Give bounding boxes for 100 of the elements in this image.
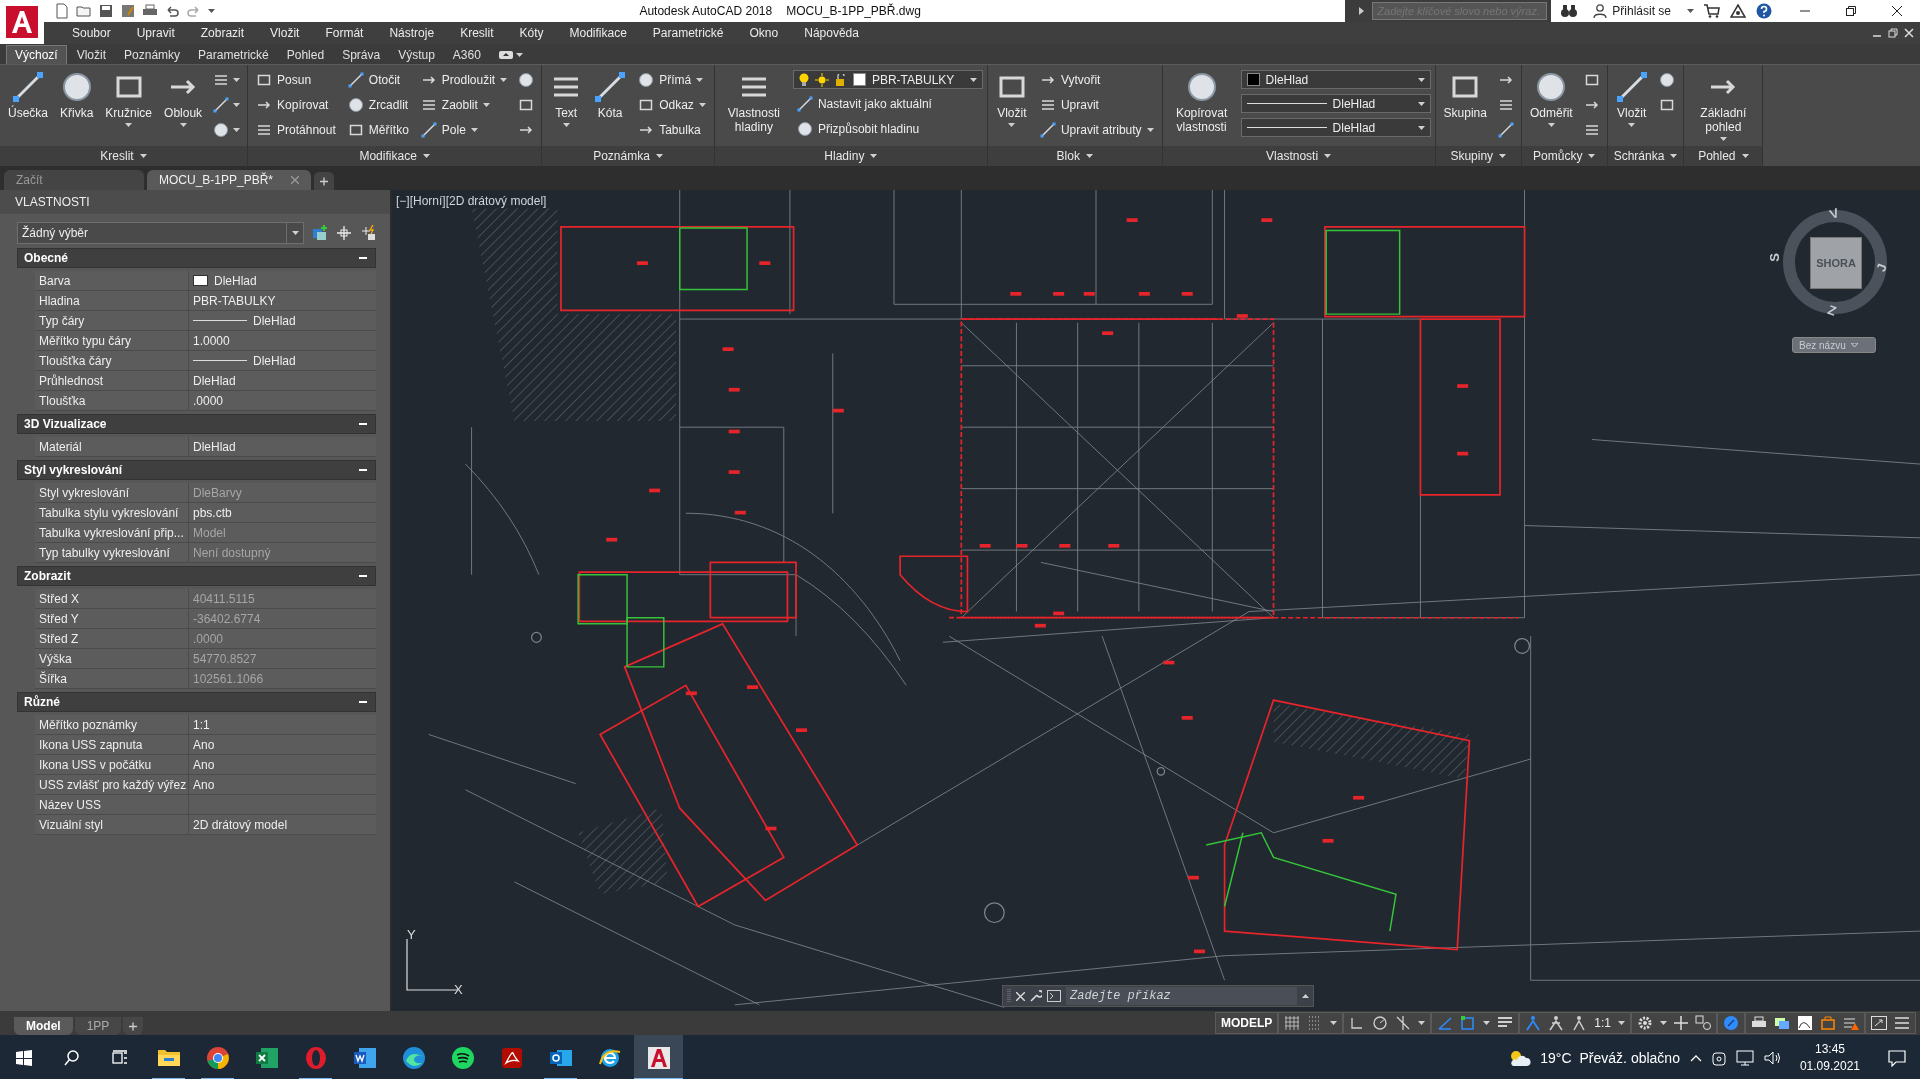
tool-button[interactable]: Kóta bbox=[590, 68, 631, 123]
compass-letter[interactable]: S bbox=[1766, 253, 1782, 262]
layout-tab[interactable]: 1PP bbox=[74, 1017, 122, 1035]
tool-button[interactable]: Odkaz bbox=[634, 93, 710, 117]
tool-button[interactable]: Vložit bbox=[991, 68, 1032, 130]
polar-icon[interactable] bbox=[1372, 1015, 1389, 1031]
wrench-icon[interactable] bbox=[1030, 990, 1042, 1002]
slash-icon[interactable] bbox=[1395, 1015, 1412, 1031]
tool-button[interactable]: Měřítko bbox=[343, 118, 413, 142]
fullscreen-icon[interactable] bbox=[1871, 1016, 1887, 1030]
tool-button[interactable]: Vložit bbox=[1611, 68, 1652, 130]
monitor-icon[interactable] bbox=[1735, 1049, 1754, 1066]
menu-item[interactable]: Nápověda bbox=[791, 26, 872, 40]
clock[interactable]: 13:45 01.09.2021 bbox=[1791, 1042, 1868, 1073]
tool-button[interactable]: Přizpůsobit hladinu bbox=[792, 117, 983, 141]
property-value[interactable]: .0000 bbox=[189, 391, 376, 410]
new-layout-button[interactable] bbox=[123, 1017, 144, 1035]
new-tab-button[interactable] bbox=[314, 172, 335, 190]
chart-icon[interactable] bbox=[1797, 1015, 1813, 1031]
compass-letter[interactable]: J bbox=[1873, 261, 1890, 274]
property-value[interactable]: Ano bbox=[189, 735, 376, 754]
linetype-dropdown[interactable]: DleHlad bbox=[1240, 94, 1431, 113]
crosshair-icon[interactable] bbox=[336, 225, 352, 241]
ribbon-tab[interactable]: A360 bbox=[444, 45, 489, 64]
panel-title[interactable]: Vlastnosti bbox=[1162, 146, 1435, 166]
section-header[interactable]: Různé bbox=[17, 692, 376, 712]
panel-title[interactable]: Poznámka bbox=[542, 146, 714, 166]
tool-button[interactable]: Prodloužit bbox=[416, 68, 512, 92]
tool-button[interactable]: Vytvořit bbox=[1035, 68, 1158, 92]
section-header[interactable]: 3D Vizualizace bbox=[17, 414, 376, 434]
chevron-up-icon[interactable] bbox=[1689, 1053, 1702, 1062]
ribbon-tab[interactable]: Vložit bbox=[68, 45, 115, 64]
tool-button[interactable]: Přímá bbox=[634, 68, 710, 92]
property-value[interactable]: DleHlad bbox=[189, 371, 376, 390]
tool-button[interactable]: Odměřit bbox=[1525, 68, 1577, 130]
panel-title[interactable]: Blok bbox=[987, 146, 1162, 166]
tool-button[interactable]: Protáhnout bbox=[252, 118, 340, 142]
tool-button[interactable]: Kopírovat vlastnosti bbox=[1166, 68, 1237, 137]
tool-button[interactable]: Křivka bbox=[56, 68, 98, 123]
gear-icon[interactable] bbox=[1637, 1015, 1653, 1031]
menu-item[interactable]: Modifikace bbox=[556, 26, 640, 40]
speaker-icon[interactable] bbox=[1763, 1049, 1782, 1066]
panel-title[interactable]: Pomůcky bbox=[1521, 146, 1607, 166]
tool-button[interactable]: Upravit bbox=[1035, 93, 1158, 117]
warning-layers-icon[interactable] bbox=[1843, 1015, 1859, 1031]
tool-button[interactable]: Upravit atributy bbox=[1035, 118, 1158, 142]
property-value[interactable]: pbs.ctb bbox=[189, 503, 376, 522]
model-space-button[interactable]: MODELP bbox=[1214, 1012, 1279, 1034]
tool-button[interactable]: Vlastnosti hladiny bbox=[718, 68, 789, 137]
layers-icon[interactable] bbox=[1774, 1015, 1790, 1031]
color-dropdown[interactable]: DleHlad bbox=[1240, 70, 1431, 89]
menu-item[interactable]: Nástroje bbox=[376, 26, 448, 40]
person-icon[interactable] bbox=[1571, 1015, 1588, 1031]
ribbon-tab[interactable]: Výstup bbox=[390, 45, 443, 64]
property-value[interactable]: Ano bbox=[189, 775, 376, 794]
tool-button[interactable]: Posun bbox=[252, 68, 340, 92]
menu-item[interactable]: Formát bbox=[312, 26, 377, 40]
compass-letter[interactable]: Z bbox=[1825, 302, 1839, 319]
stacked-squares-icon[interactable] bbox=[312, 225, 328, 241]
menu-item[interactable]: Kóty bbox=[506, 26, 557, 40]
tool-button[interactable]: Oblouk bbox=[160, 68, 207, 130]
menu-icon[interactable] bbox=[1894, 1016, 1910, 1030]
triangle-icon[interactable] bbox=[1730, 4, 1746, 18]
section-header[interactable]: Styl vykreslování bbox=[17, 460, 376, 480]
document-tab[interactable]: Začít bbox=[4, 170, 144, 190]
property-value[interactable]: Ano bbox=[189, 755, 376, 774]
camera-icon[interactable] bbox=[1711, 1049, 1726, 1066]
property-value[interactable]: 1.0000 bbox=[189, 331, 376, 350]
person-icon[interactable] bbox=[1525, 1015, 1542, 1031]
menu-item[interactable]: Upravit bbox=[123, 26, 188, 40]
shapes-icon[interactable] bbox=[1695, 1015, 1711, 1031]
plus-icon[interactable] bbox=[1674, 1016, 1688, 1030]
close-icon[interactable] bbox=[1016, 991, 1025, 1001]
viewport-controls-label[interactable]: [−][Horní][2D drátový model] bbox=[396, 194, 547, 208]
restore-icon[interactable] bbox=[1888, 28, 1898, 38]
selection-dropdown[interactable]: Žádný výběr bbox=[17, 222, 304, 244]
panel-title[interactable]: Schránka bbox=[1607, 146, 1684, 166]
property-value[interactable]: DleHlad bbox=[189, 437, 376, 456]
tool-button[interactable]: Kopírovat bbox=[252, 93, 340, 117]
up-caret-icon[interactable] bbox=[1302, 994, 1309, 998]
tool-button[interactable]: Skupina bbox=[1439, 68, 1491, 123]
command-input[interactable]: Zadejte příkaz bbox=[1066, 987, 1297, 1005]
layout-tab[interactable]: Model bbox=[14, 1017, 73, 1035]
tool-button[interactable]: Základní pohled bbox=[1688, 68, 1759, 144]
lightning-grid-icon[interactable] bbox=[360, 225, 376, 241]
tool-button[interactable]: Otočit bbox=[343, 68, 413, 92]
app-menu-button[interactable] bbox=[0, 0, 44, 44]
tool-button[interactable]: Pole bbox=[416, 118, 512, 142]
grid-icon[interactable] bbox=[1284, 1015, 1301, 1031]
tool-button[interactable]: Úsečka bbox=[4, 68, 52, 123]
menu-item[interactable]: Kreslit bbox=[447, 26, 507, 40]
tool-button[interactable]: Zaoblit bbox=[416, 93, 512, 117]
ribbon-tab[interactable]: Pohled bbox=[278, 45, 333, 64]
binoculars-icon[interactable] bbox=[1561, 4, 1578, 18]
layer-dropdown[interactable]: PBR-TABULKY bbox=[792, 70, 983, 89]
annotation-scale-button[interactable]: 1:1 bbox=[1594, 1016, 1611, 1030]
sign-in-button[interactable]: Přihlásit se bbox=[1587, 3, 1677, 19]
panel-title[interactable]: Pohled bbox=[1684, 146, 1763, 166]
property-value[interactable]: 1:1 bbox=[189, 715, 376, 734]
section-header[interactable]: Obecné bbox=[17, 248, 376, 268]
